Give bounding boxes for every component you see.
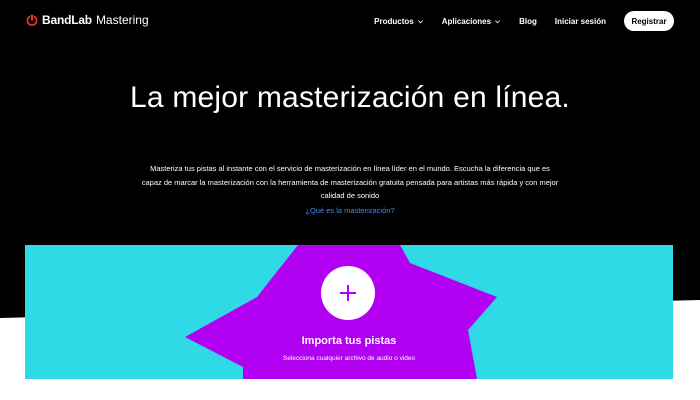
nav-item-label: Blog xyxy=(519,16,537,26)
plus-icon xyxy=(340,285,356,301)
nav-item-label: Iniciar sesión xyxy=(554,16,606,26)
nav-links: Productos Aplicaciones Blog Iniciar sesi… xyxy=(374,11,700,31)
brand-logo[interactable]: BandLab Mastering xyxy=(26,12,149,28)
brand-name-bold: BandLab xyxy=(42,13,92,27)
nav-item-blog[interactable]: Blog xyxy=(519,17,537,26)
page: BandLab Mastering Productos Aplicaciones… xyxy=(0,0,700,400)
chevron-down-icon xyxy=(417,19,423,23)
upload-dropzone[interactable]: Importa tus pistas Selecciona cualquier … xyxy=(25,245,673,379)
upload-title: Importa tus pistas xyxy=(301,335,397,347)
nav-item-label: Productos xyxy=(374,16,414,26)
nav-item-label: Aplicaciones xyxy=(441,16,492,26)
nav-item-aplicaciones[interactable]: Aplicaciones xyxy=(442,17,501,26)
chevron-down-icon xyxy=(495,19,501,23)
upload-subtitle: Selecciona cualquier archivo de audio o … xyxy=(282,355,416,362)
add-track-button[interactable] xyxy=(321,266,375,320)
top-navigation: BandLab Mastering Productos Aplicaciones… xyxy=(0,0,700,42)
brand-name-light: Mastering xyxy=(95,13,149,27)
hero-description: Masteriza tus pistas al instante con el … xyxy=(141,164,559,200)
what-is-mastering-link[interactable]: ¿Qué es la masterización? xyxy=(250,205,450,217)
nav-item-productos[interactable]: Productos xyxy=(374,17,424,26)
nav-item-login[interactable]: Iniciar sesión xyxy=(555,17,606,26)
page-title: La mejor masterización en línea. xyxy=(130,81,570,114)
register-button[interactable]: Registrar xyxy=(624,11,674,31)
bandlab-logo-icon xyxy=(26,14,38,26)
